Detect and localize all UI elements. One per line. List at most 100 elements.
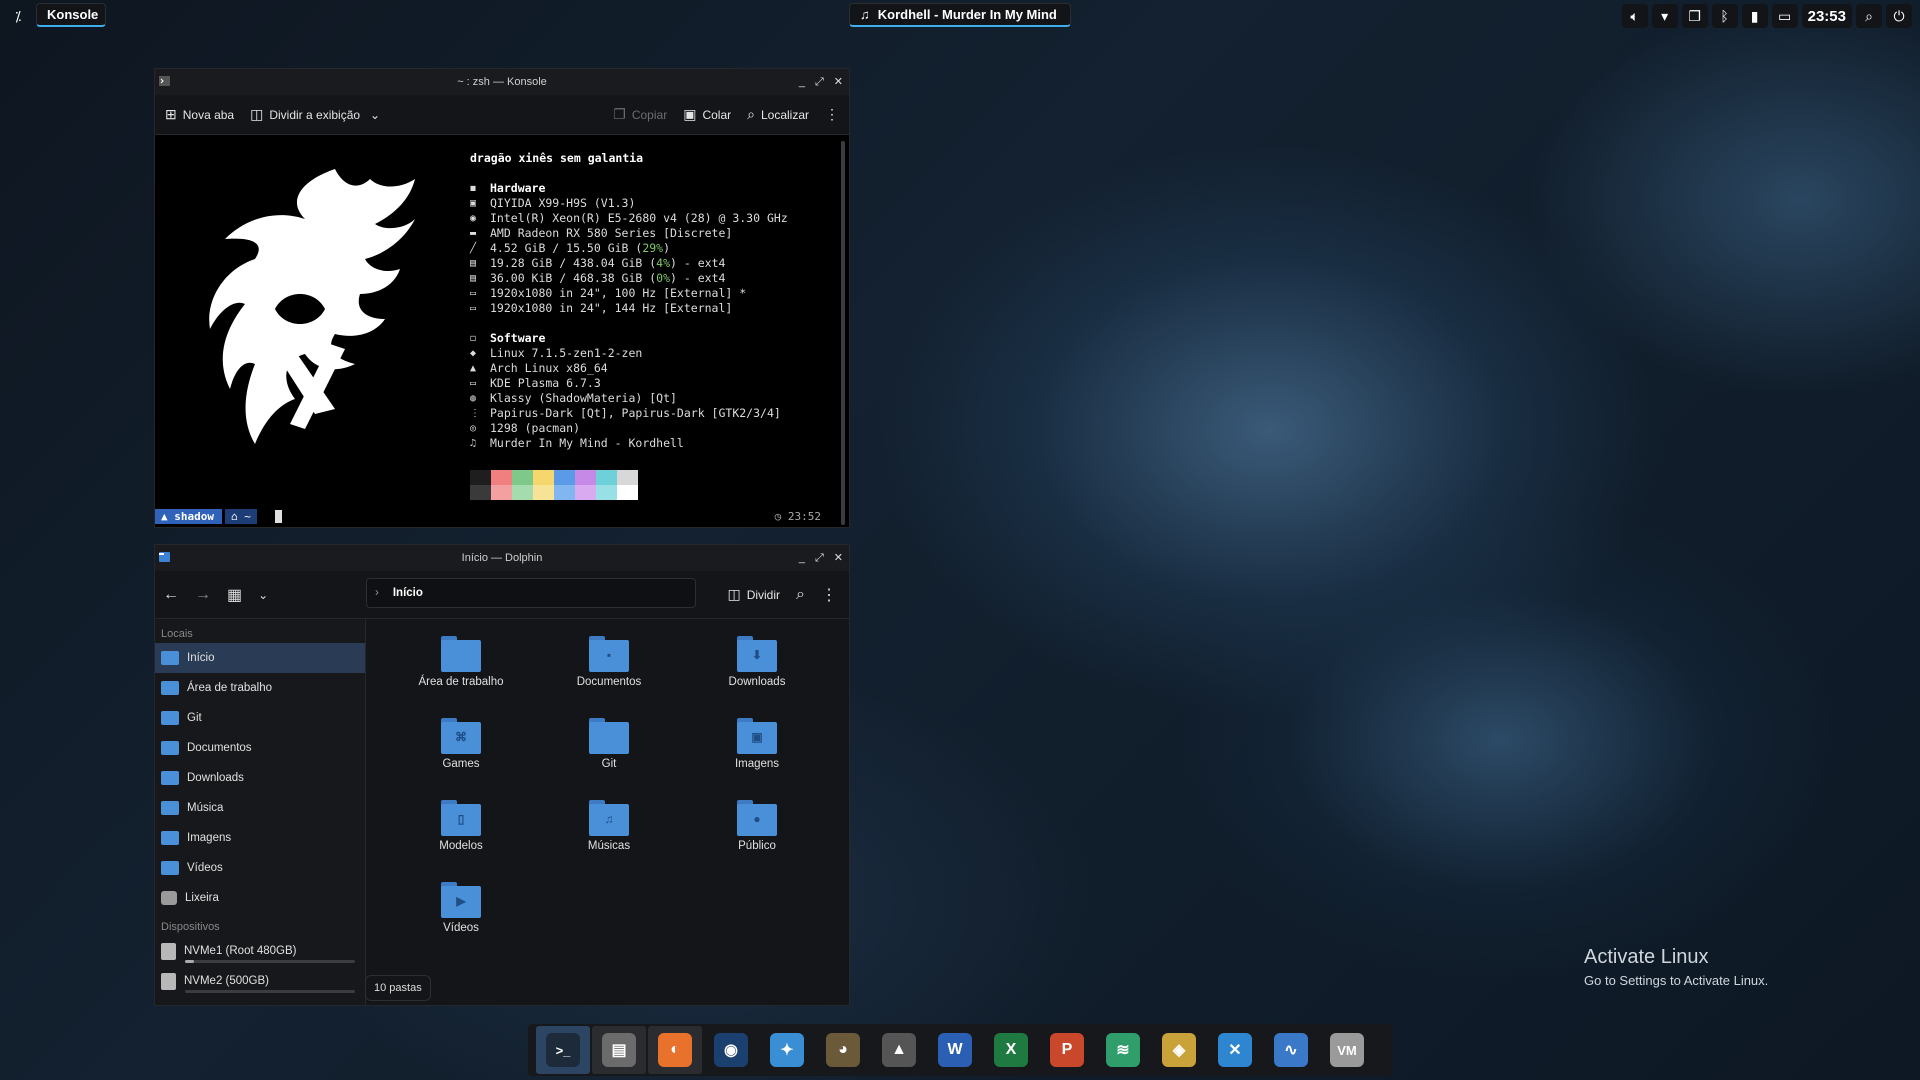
terminal-area[interactable]: dragão xinês sem galantia ◼ Hardware ▣ QIY… bbox=[155, 135, 849, 527]
software-line-text: Linux 7.1.5-zen1-2-zen bbox=[490, 346, 643, 360]
application-launcher-icon[interactable]: ⁒ bbox=[6, 4, 30, 28]
folder-emblem: ▪ bbox=[606, 648, 612, 662]
sidebar-item[interactable]: Música bbox=[155, 793, 365, 823]
sidebar-item-label: Documentos bbox=[187, 742, 252, 754]
software-line-text: KDE Plasma 6.7.3 bbox=[490, 376, 601, 390]
minimize-icon[interactable]: _ bbox=[799, 545, 805, 571]
search-icon[interactable]: ⌕ bbox=[1856, 4, 1882, 28]
folder-item[interactable]: ♫ Músicas bbox=[549, 800, 669, 852]
shell-prompt: ▲ shadow ⌂ ~ ◷ 23:52 bbox=[155, 509, 849, 525]
konsole-task-icon[interactable]: >_ bbox=[536, 1026, 590, 1074]
software-line-icon: ⋮ bbox=[470, 408, 480, 419]
hardware-line: ▭ 1920x1080 in 24", 144 Hz [External] bbox=[470, 301, 788, 316]
sidebar-item[interactable]: Git bbox=[155, 703, 365, 733]
back-arrow-icon[interactable]: ← bbox=[163, 586, 179, 604]
split-button[interactable]: ◫ Dividir bbox=[727, 586, 780, 603]
hardware-section: ◼ Hardware bbox=[470, 181, 788, 196]
sidebar-item[interactable]: Documentos bbox=[155, 733, 365, 763]
clipboard-icon[interactable]: ❐ bbox=[1681, 4, 1708, 28]
close-icon[interactable]: ✕ bbox=[834, 545, 843, 571]
folder-item[interactable]: ⌘ Games bbox=[401, 718, 521, 770]
maps-task-icon[interactable]: ◈ bbox=[1152, 1026, 1206, 1074]
layers-app-task-icon[interactable]: ≋ bbox=[1096, 1026, 1150, 1074]
battery-icon[interactable]: ▮ bbox=[1741, 4, 1768, 28]
media-title: Kordhell - Murder In My Mind bbox=[877, 7, 1057, 22]
power-icon[interactable]: ⏻ bbox=[1886, 4, 1912, 28]
remote-desktop-task-icon[interactable]: ✕ bbox=[1208, 1026, 1262, 1074]
window-title: ~ : zsh — Konsole bbox=[457, 76, 547, 88]
chevron-down-icon[interactable]: ▾ bbox=[1651, 4, 1678, 28]
bluetooth-icon[interactable]: ᛒ bbox=[1711, 4, 1738, 28]
hardware-title: Hardware bbox=[490, 181, 546, 195]
dolphin-titlebar[interactable]: Início — Dolphin _ ⤢ ✕ bbox=[155, 545, 849, 571]
sidebar-item[interactable]: Downloads bbox=[155, 763, 365, 793]
vm-task-icon[interactable]: VM bbox=[1320, 1026, 1374, 1074]
sidebar-item[interactable]: Vídeos bbox=[155, 853, 365, 883]
word-task-icon[interactable]: W bbox=[928, 1026, 982, 1074]
folder-item[interactable]: Git bbox=[549, 718, 669, 770]
folder-emblem: ▶ bbox=[456, 894, 466, 908]
music-folder-icon: ♫ bbox=[589, 800, 629, 836]
gimp-task-icon[interactable]: ◕ bbox=[816, 1026, 870, 1074]
folder-item[interactable]: ● Público bbox=[697, 800, 817, 852]
new-tab-button[interactable]: ⊞ Nova aba bbox=[165, 106, 234, 123]
task-konsole[interactable]: Konsole bbox=[36, 3, 106, 27]
media-player-widget[interactable]: ♫ Kordhell - Murder In My Mind bbox=[849, 3, 1071, 27]
hardware-line-text: 36.00 KiB / 468.38 GiB ( bbox=[490, 271, 657, 285]
paste-button[interactable]: ▣ Colar bbox=[683, 106, 731, 123]
device-item[interactable]: NVMe2 (500GB) bbox=[155, 966, 365, 996]
menu-button[interactable]: ⋮ bbox=[825, 106, 839, 123]
folder-item[interactable]: ⬇ Downloads bbox=[697, 636, 817, 688]
clock[interactable]: 23:53 bbox=[1801, 4, 1852, 28]
folder-item[interactable]: ▯ Modelos bbox=[401, 800, 521, 852]
hardware-line: ▭ 1920x1080 in 24", 100 Hz [External] * bbox=[470, 286, 788, 301]
maximize-icon[interactable]: ⤢ bbox=[815, 69, 824, 95]
find-button[interactable]: ⌕ Localizar bbox=[747, 106, 809, 123]
file-view[interactable]: Área de trabalho ▪ Documentos ⬇ Downloads ⌘ Ga… bbox=[365, 620, 849, 1005]
icon-view-icon[interactable]: ▦ bbox=[227, 585, 242, 605]
hardware-line-text: QIYIDA X99-H9S (V1.3) bbox=[490, 196, 636, 210]
firefox-task-icon[interactable]: ◐ bbox=[648, 1026, 702, 1074]
minimize-icon[interactable]: _ bbox=[799, 69, 805, 95]
desktop-folder-icon bbox=[441, 636, 481, 672]
chevron-down-icon[interactable]: ⌄ bbox=[258, 588, 268, 602]
palette-swatch bbox=[596, 485, 617, 500]
folder-item[interactable]: ▣ Imagens bbox=[697, 718, 817, 770]
folder-item[interactable]: ▶ Vídeos bbox=[401, 882, 521, 934]
folder-item[interactable]: ▪ Documentos bbox=[549, 636, 669, 688]
search-icon[interactable]: ⌕ bbox=[796, 586, 805, 604]
gimp-glyph: ◕ bbox=[826, 1033, 860, 1067]
status-bar: 10 pastas bbox=[365, 975, 431, 1001]
sidebar-item[interactable]: Início bbox=[155, 643, 365, 673]
maximize-icon[interactable]: ⤢ bbox=[815, 545, 824, 571]
steam-task-icon[interactable]: ◉ bbox=[704, 1026, 758, 1074]
software-line-icon: ◎ bbox=[470, 423, 477, 434]
copy-button[interactable]: ❐ Copiar bbox=[613, 106, 667, 123]
split-view-button[interactable]: ◫ Dividir a exibição ⌄ bbox=[250, 106, 380, 123]
volume-icon[interactable]: 🔈︎ bbox=[1621, 4, 1648, 28]
location-bar[interactable]: › Início bbox=[366, 578, 696, 608]
close-icon[interactable]: ✕ bbox=[834, 69, 843, 95]
sidebar-item[interactable]: Área de trabalho bbox=[155, 673, 365, 703]
konsole-titlebar[interactable]: ~ : zsh — Konsole _ ⤢ ✕ bbox=[155, 69, 849, 95]
powerpoint-task-icon[interactable]: P bbox=[1040, 1026, 1094, 1074]
folder-item[interactable]: Área de trabalho bbox=[401, 636, 521, 688]
music-note-icon: ♫ bbox=[860, 7, 870, 22]
firefox-glyph: ◐ bbox=[658, 1033, 692, 1067]
forward-arrow-icon[interactable]: → bbox=[195, 586, 211, 604]
breadcrumb-home[interactable]: Início bbox=[393, 587, 423, 599]
device-item[interactable]: NVMe1 (Root 480GB) bbox=[155, 936, 365, 966]
sidebar-item[interactable]: Lixeira bbox=[155, 883, 365, 913]
git-folder-icon bbox=[161, 711, 179, 725]
inkscape-task-icon[interactable]: ▲ bbox=[872, 1026, 926, 1074]
hardware-line-text: 19.28 GiB / 438.04 GiB ( bbox=[490, 256, 657, 270]
dolphin-task-icon[interactable]: ▤ bbox=[592, 1026, 646, 1074]
display-icon[interactable]: ▭ bbox=[1771, 4, 1798, 28]
excel-task-icon[interactable]: X bbox=[984, 1026, 1038, 1074]
kde-discover-task-icon[interactable]: ✦ bbox=[760, 1026, 814, 1074]
sidebar-item[interactable]: Imagens bbox=[155, 823, 365, 853]
terminal-scrollbar[interactable] bbox=[841, 141, 845, 525]
system-monitor-task-icon[interactable]: ∿ bbox=[1264, 1026, 1318, 1074]
layers-app-glyph: ≋ bbox=[1106, 1033, 1140, 1067]
kebab-menu-icon[interactable]: ⋮ bbox=[821, 585, 837, 605]
